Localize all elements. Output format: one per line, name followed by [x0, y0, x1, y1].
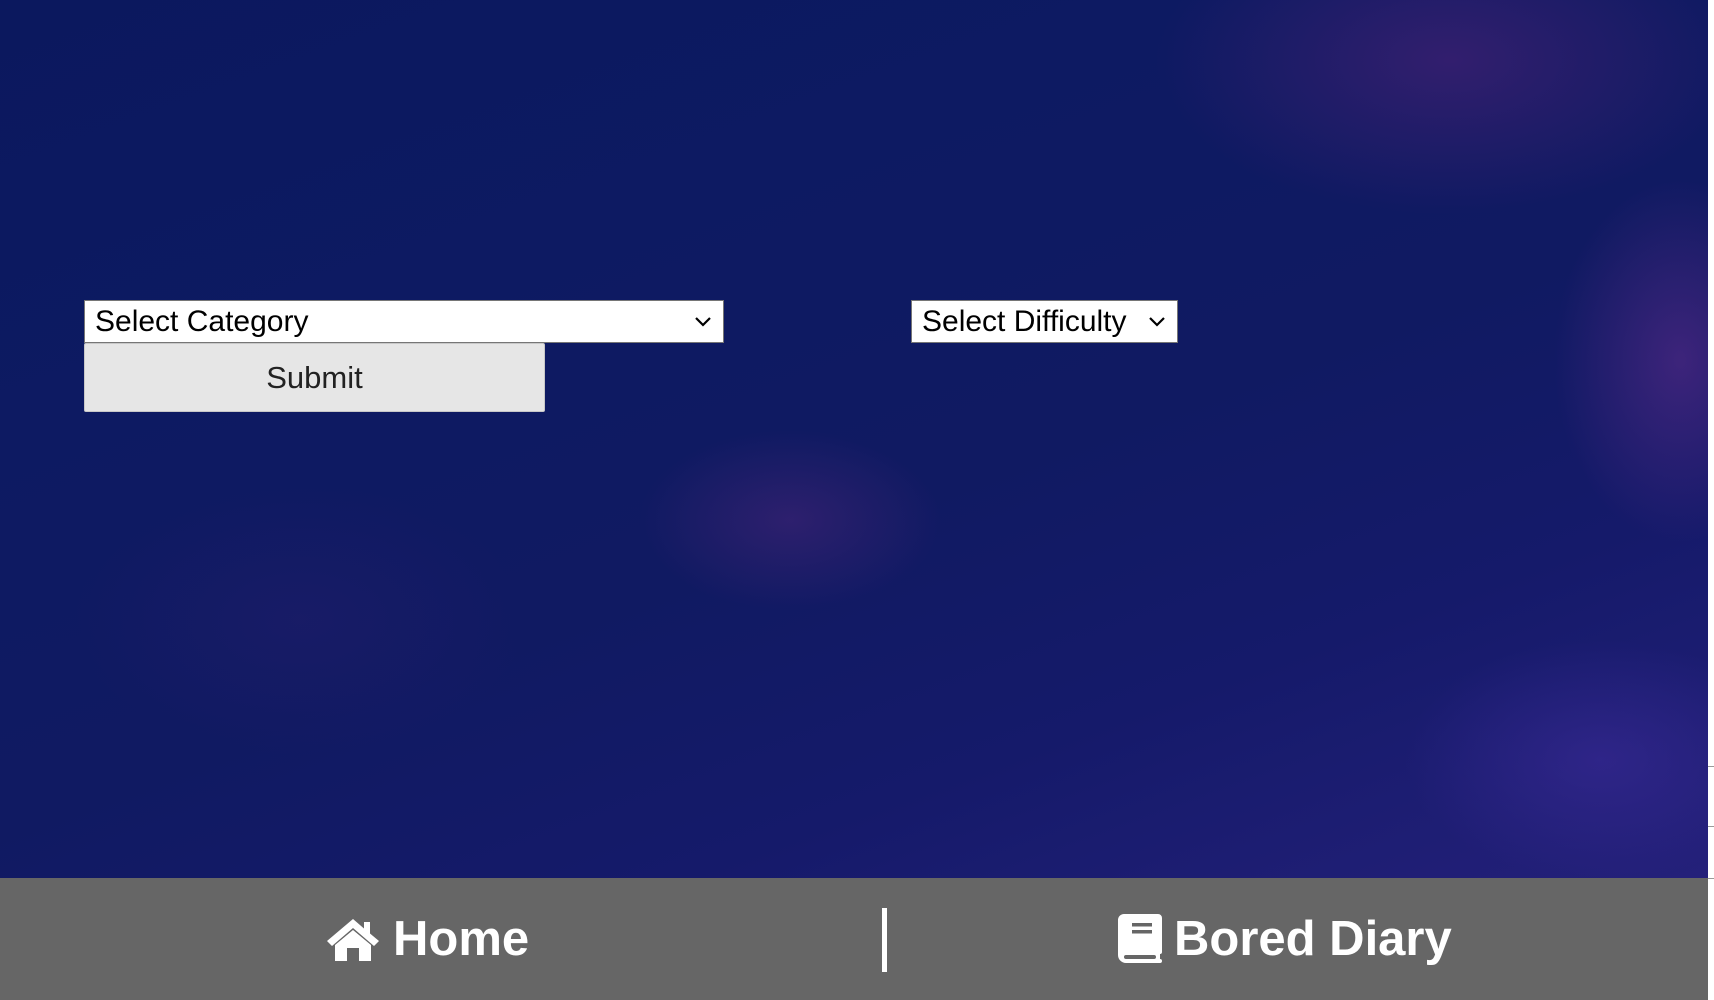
- nav-diary-link[interactable]: Bored Diary: [1118, 878, 1452, 1000]
- scroll-edge-tick: [1708, 766, 1714, 767]
- nav-home-link[interactable]: Home: [325, 878, 529, 1000]
- submit-button[interactable]: Submit: [84, 343, 545, 412]
- viewport: Select Category Select Difficulty Submit: [0, 0, 1714, 1000]
- category-select[interactable]: Select Category: [84, 300, 724, 343]
- nav-diary-label: Bored Diary: [1174, 912, 1452, 966]
- background-image: [0, 0, 1708, 878]
- book-icon: [1118, 914, 1162, 964]
- chevron-down-icon: [1149, 316, 1165, 327]
- scroll-edge-tick: [1708, 878, 1714, 879]
- footer-nav: Home Bored Diary: [0, 878, 1708, 1000]
- scroll-edge-tick: [1708, 826, 1714, 827]
- difficulty-select-value: Select Difficulty: [922, 304, 1127, 338]
- scrollbar-edge: [1708, 0, 1714, 1000]
- chevron-down-icon: [695, 316, 711, 327]
- page: Select Category Select Difficulty Submit: [0, 0, 1708, 1000]
- difficulty-select[interactable]: Select Difficulty: [911, 300, 1178, 343]
- category-select-value: Select Category: [95, 304, 309, 338]
- nav-divider: [882, 908, 887, 972]
- home-icon: [325, 916, 381, 962]
- nav-home-label: Home: [393, 912, 530, 966]
